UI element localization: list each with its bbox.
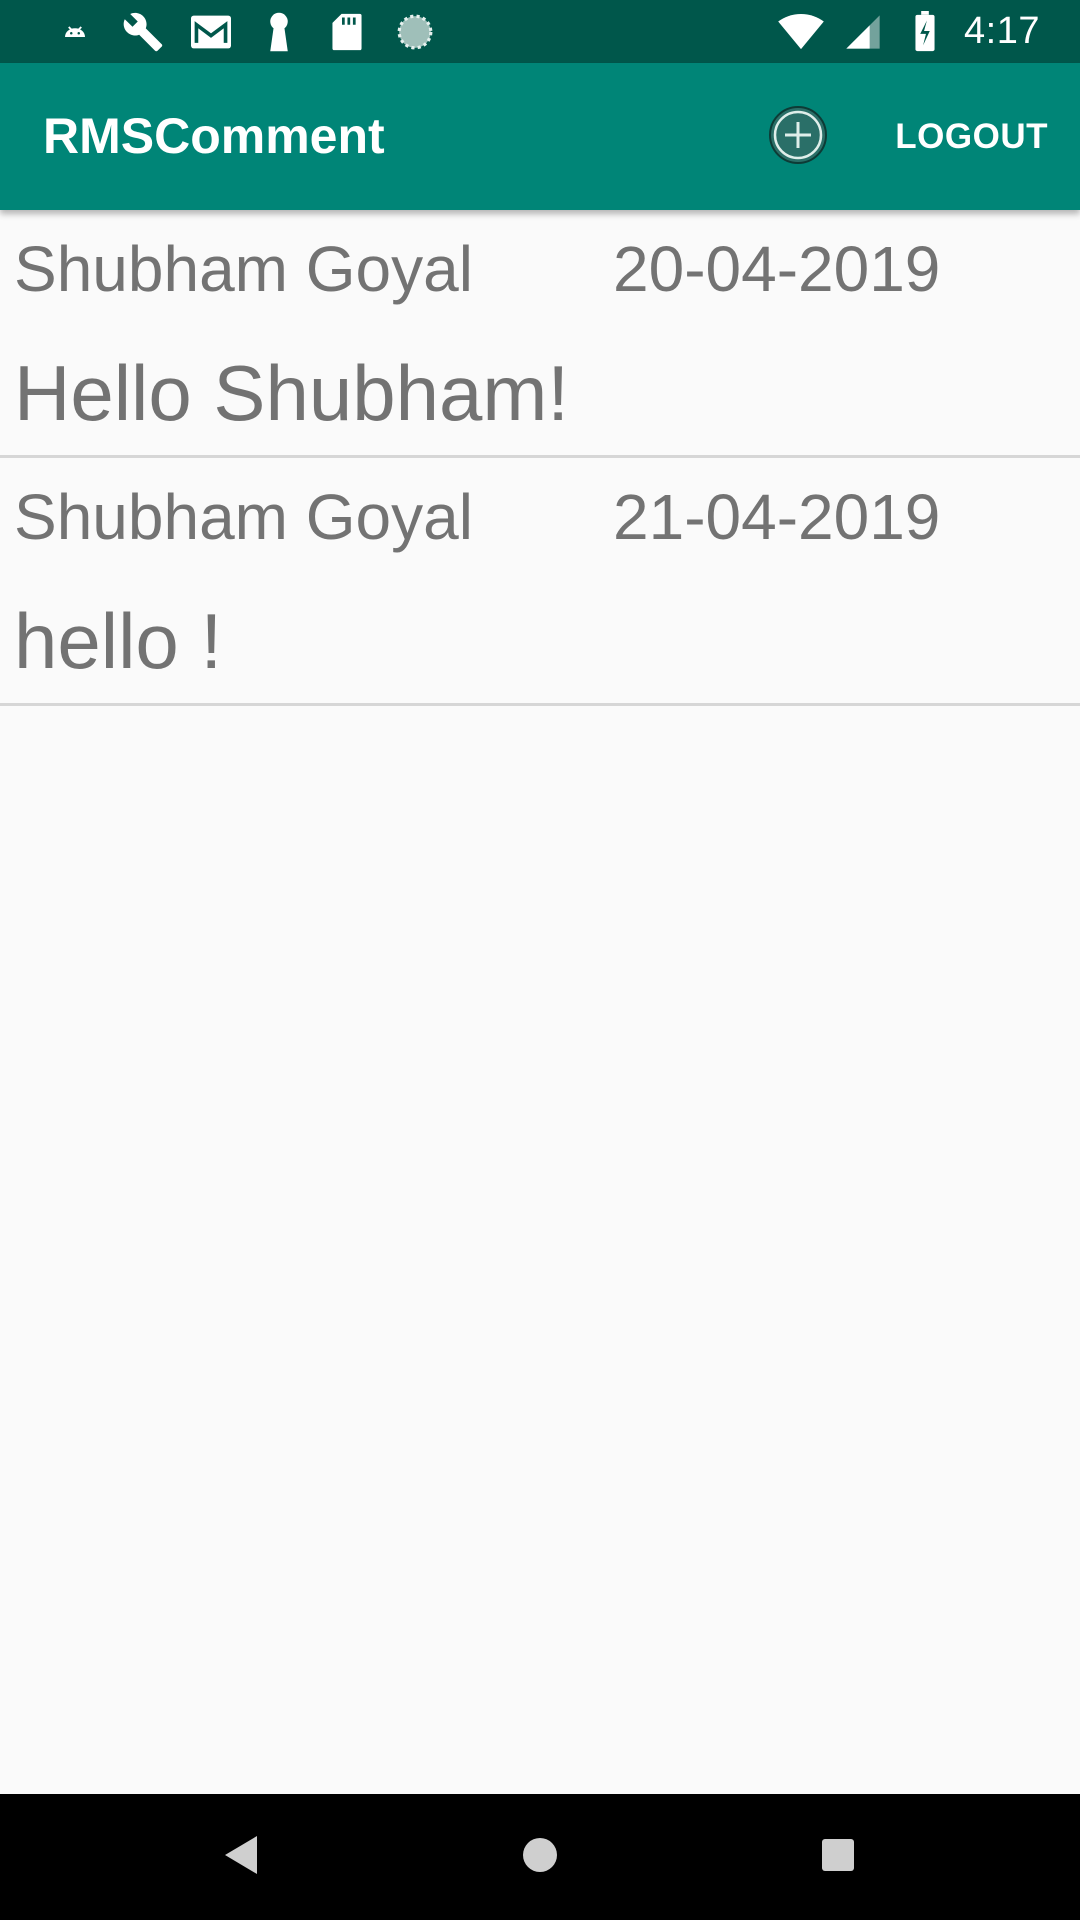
comment-text: Hello Shubham! — [14, 349, 569, 437]
sync-progress-icon — [392, 9, 438, 55]
list-item[interactable]: Shubham Goyal 20-04-2019 Hello Shubham! — [0, 210, 1080, 458]
back-icon — [223, 1834, 259, 1881]
navigation-bar — [0, 1794, 1080, 1920]
comment-date: 21-04-2019 — [613, 481, 941, 553]
battery-charging-icon — [902, 9, 948, 55]
cell-signal-icon — [840, 9, 886, 55]
recents-icon — [820, 1837, 856, 1878]
clock: 4:17 — [964, 10, 1040, 52]
system-indicators: 4:17 — [778, 0, 1040, 63]
notification-icons — [52, 0, 438, 63]
home-icon — [521, 1836, 559, 1879]
list-item[interactable]: Shubham Goyal 21-04-2019 hello ! — [0, 458, 1080, 706]
comment-author: Shubham Goyal — [14, 481, 473, 553]
add-comment-button[interactable] — [764, 103, 832, 171]
home-button[interactable] — [505, 1822, 575, 1892]
add-circle-icon — [768, 105, 828, 170]
status-bar: 4:17 — [0, 0, 1080, 63]
sd-card-icon — [324, 9, 370, 55]
logout-button[interactable]: LOGOUT — [895, 63, 1048, 210]
gmail-icon — [188, 9, 234, 55]
comment-author: Shubham Goyal — [14, 233, 473, 305]
recents-button[interactable] — [803, 1822, 873, 1892]
wrench-icon — [120, 9, 166, 55]
keyhole-icon — [256, 9, 302, 55]
app-title: RMSComment — [43, 108, 385, 164]
comment-date: 20-04-2019 — [613, 233, 941, 305]
back-button[interactable] — [206, 1822, 276, 1892]
app-toolbar: RMSComment LOGOUT — [0, 63, 1080, 210]
comment-text: hello ! — [14, 597, 223, 685]
comment-list: Shubham Goyal 20-04-2019 Hello Shubham! … — [0, 210, 1080, 706]
wifi-icon — [778, 9, 824, 55]
android-notification-icon — [52, 9, 98, 55]
